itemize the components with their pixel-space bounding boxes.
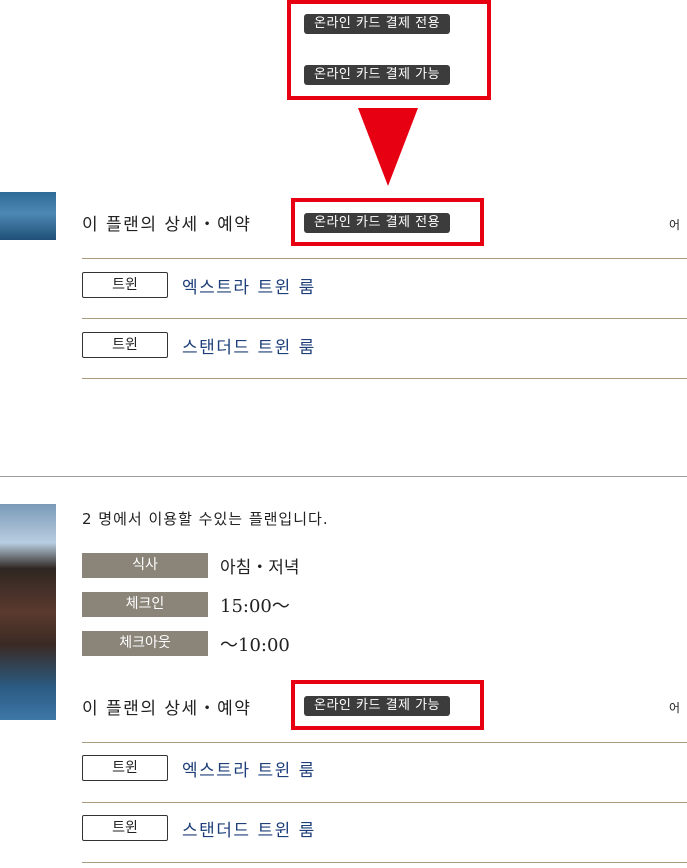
down-arrow-icon	[358, 108, 418, 186]
plan1-payment-badge: 온라인 카드 결제 전용	[304, 213, 451, 233]
room-link-standard-twin[interactable]: 스탠더드 트윈 룸	[182, 333, 316, 358]
section-separator	[0, 476, 687, 477]
divider	[82, 742, 687, 743]
plan2-payment-badge: 온라인 카드 결제 가능	[304, 696, 451, 716]
info-value-checkin: 15:00〜	[220, 596, 290, 617]
info-label-meal: 식사	[82, 553, 208, 578]
room-link-extra-twin[interactable]: 엑스트라 트윈 룸	[182, 756, 316, 781]
room-type-tag: 트윈	[82, 272, 168, 298]
info-value-meal: 아침・저녁	[220, 558, 300, 578]
divider	[82, 258, 687, 259]
info-label-checkout: 체크아웃	[82, 631, 208, 656]
divider	[82, 862, 687, 863]
divider	[82, 378, 687, 379]
room-link-standard-twin[interactable]: 스탠더드 트윈 룸	[182, 816, 316, 841]
plan2-details-label[interactable]: 이 플랜의 상세・예약	[82, 694, 251, 719]
room-type-tag: 트윈	[82, 332, 168, 358]
room-type-tag: 트윈	[82, 815, 168, 841]
room-link-extra-twin[interactable]: 엑스트라 트윈 룸	[182, 273, 316, 298]
divider	[82, 318, 687, 319]
divider	[82, 802, 687, 803]
info-value-checkout: 〜10:00	[220, 635, 290, 656]
badge-card-payment-exclusive: 온라인 카드 결제 전용	[304, 14, 451, 34]
plan1-details-label[interactable]: 이 플랜의 상세・예약	[82, 210, 251, 235]
plan2-thumbnail[interactable]	[0, 504, 56, 720]
plan1-right-cut-text: 어	[669, 218, 681, 232]
info-label-checkin: 체크인	[82, 592, 208, 617]
room-type-tag: 트윈	[82, 755, 168, 781]
plan1-thumbnail[interactable]	[0, 192, 56, 240]
plan2-description: 2 명에서 이용할 수있는 플랜입니다.	[82, 510, 329, 528]
badge-card-payment-available: 온라인 카드 결제 가능	[304, 65, 451, 85]
plan2-right-cut-text: 어	[669, 701, 681, 715]
